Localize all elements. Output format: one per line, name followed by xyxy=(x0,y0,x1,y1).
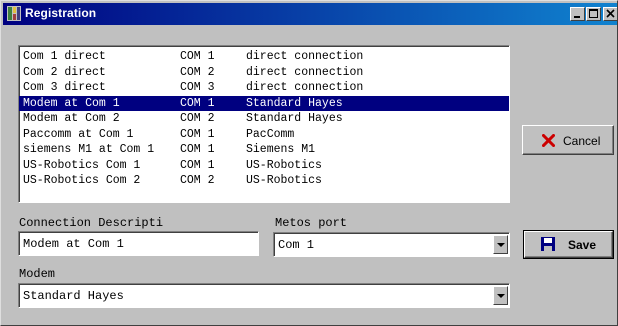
list-item[interactable]: siemens M1 at Com 1 COM 1 Siemens M1 xyxy=(19,142,509,158)
connection-description-field[interactable]: Modem at Com 1 xyxy=(18,231,259,256)
metos-port-select[interactable]: Com 1 xyxy=(273,232,510,257)
connection-description-label: Connection Descripti xyxy=(19,216,164,230)
list-item[interactable]: US-Robotics Com 1 COM 1 US-Robotics xyxy=(19,158,509,174)
chevron-down-icon xyxy=(497,243,505,247)
registration-window: Registration Com 1 direct COM 1 direct con… xyxy=(0,0,618,326)
list-item[interactable]: US-Robotics Com 2 COM 2 US-Robotics xyxy=(19,173,509,189)
metos-port-dropdown-button[interactable] xyxy=(493,235,508,254)
modem-dropdown-button[interactable] xyxy=(493,286,508,305)
modem-label: Modem xyxy=(19,267,56,281)
minimize-button[interactable] xyxy=(570,7,585,21)
minimize-icon xyxy=(574,16,580,18)
maximize-icon xyxy=(589,9,598,18)
save-button[interactable]: Save xyxy=(523,230,614,259)
list-item[interactable]: Paccomm at Com 1 COM 1 PacComm xyxy=(19,127,509,143)
save-button-label: Save xyxy=(568,238,597,252)
app-icon[interactable] xyxy=(7,6,21,21)
list-item[interactable]: Modem at Com 2 COM 2 Standard Hayes xyxy=(19,111,509,127)
floppy-disk-icon xyxy=(541,237,555,251)
title-bar[interactable]: Registration xyxy=(3,3,617,25)
window-title: Registration xyxy=(25,6,97,20)
maximize-button[interactable] xyxy=(586,7,601,21)
modem-select[interactable]: Standard Hayes xyxy=(18,283,510,308)
list-item-selected[interactable]: Modem at Com 1 COM 1 Standard Hayes xyxy=(19,95,509,111)
close-icon xyxy=(606,9,615,18)
metos-port-label: Metos port xyxy=(275,216,348,230)
chevron-down-icon xyxy=(497,294,505,298)
connections-list[interactable]: Com 1 direct COM 1 direct connection Com 2… xyxy=(18,45,510,203)
cancel-button-label: Cancel xyxy=(563,134,601,148)
x-icon xyxy=(542,134,555,147)
list-item[interactable]: Com 2 direct COM 2 direct connection xyxy=(19,65,509,81)
cancel-button[interactable]: Cancel xyxy=(522,125,614,155)
list-item[interactable]: Com 3 direct COM 3 direct connection xyxy=(19,80,509,96)
close-button[interactable] xyxy=(603,7,617,21)
list-item[interactable]: Com 1 direct COM 1 direct connection xyxy=(19,49,509,65)
